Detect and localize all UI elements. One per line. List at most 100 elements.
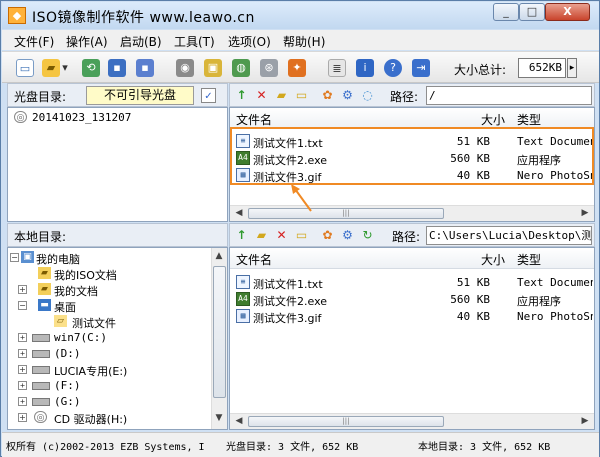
open-folder-icon[interactable]: ▰: [42, 59, 60, 77]
help-icon[interactable]: ?: [384, 59, 402, 77]
exe-file-icon: A4: [236, 292, 250, 306]
col-size-header[interactable]: 大小: [481, 251, 505, 268]
settings-gear-icon[interactable]: ⚙: [340, 88, 355, 103]
disc-tree-root[interactable]: ◎ 20141023_131207: [8, 110, 227, 126]
tree-item-iso-docs[interactable]: ▰ 我的ISO文档: [8, 266, 208, 282]
txt-file-icon: ≡: [236, 275, 250, 289]
collapse-icon[interactable]: −: [18, 301, 27, 310]
tree-item-cd-drive[interactable]: + ◎ CD 驱动器(H:): [8, 410, 208, 426]
local-delete-icon[interactable]: ✕: [274, 228, 289, 243]
disc-directory-label: 光盘目录:: [14, 90, 67, 104]
col-name-header[interactable]: 文件名: [236, 251, 272, 268]
collapse-icon[interactable]: −: [10, 253, 19, 262]
compress-icon[interactable]: ◍: [232, 59, 250, 77]
save-icon[interactable]: ▪: [108, 59, 126, 77]
close-button[interactable]: X: [545, 3, 590, 21]
scroll-left-icon[interactable]: ◀: [232, 207, 246, 220]
col-size-header[interactable]: 大小: [481, 111, 505, 128]
mount-icon[interactable]: ⊛: [260, 59, 278, 77]
new-file-icon[interactable]: ▭: [16, 59, 34, 77]
menu-help[interactable]: 帮助(H): [283, 33, 325, 50]
tree-item-drive-e[interactable]: + LUCIA专用(E:): [8, 362, 208, 378]
local-add-icon[interactable]: ✿: [320, 228, 335, 243]
menu-action[interactable]: 操作(A): [66, 33, 108, 50]
expand-icon[interactable]: +: [18, 413, 27, 422]
expand-icon[interactable]: +: [18, 285, 27, 294]
refresh-icon[interactable]: ◌: [360, 88, 375, 103]
open-dropdown-icon[interactable]: ▾: [60, 59, 70, 77]
minimize-button[interactable]: _: [493, 3, 519, 21]
tree-item-drive-g[interactable]: + (G:): [8, 394, 208, 410]
disc-path-field[interactable]: /: [426, 86, 592, 105]
title-bar: ◆ ISO镜像制作软件 www.leawo.cn _ □ X: [2, 2, 599, 29]
virtual-drive-icon[interactable]: ✦: [288, 59, 306, 77]
expand-icon[interactable]: +: [18, 349, 27, 358]
col-type-header[interactable]: 类型: [517, 251, 541, 268]
tree-item-drive-d[interactable]: + (D:): [8, 346, 208, 362]
make-image-icon[interactable]: ▣: [204, 59, 222, 77]
table-row[interactable]: ≡ 测试文件1.txt 51 KB Text Document: [230, 274, 594, 291]
properties-icon[interactable]: ≣: [328, 59, 346, 77]
go-up-icon[interactable]: ↑: [234, 88, 249, 103]
expand-icon[interactable]: +: [18, 333, 27, 342]
scroll-left-icon[interactable]: ◀: [232, 415, 246, 428]
local-horizontal-scrollbar[interactable]: ◀ ||| ▶: [230, 413, 594, 429]
scroll-up-icon[interactable]: ▲: [212, 250, 226, 263]
scroll-thumb[interactable]: |||: [248, 208, 444, 219]
size-scroll-button[interactable]: ▸: [567, 58, 577, 78]
info-icon[interactable]: i: [356, 59, 374, 77]
local-refresh-icon[interactable]: ↻: [360, 228, 375, 243]
tree-item-my-documents[interactable]: + ▰ 我的文档: [8, 282, 208, 298]
menu-tools[interactable]: 工具(T): [174, 33, 215, 50]
tree-item-computer[interactable]: − ▣ 我的电脑: [8, 250, 208, 266]
local-file-list[interactable]: 文件名 大小 类型 ≡ 测试文件1.txt 51 KB Text Documen…: [229, 247, 595, 430]
local-tree-pane[interactable]: − ▣ 我的电脑 ▰ 我的ISO文档 + ▰ 我的文档 − ▬ 桌面 ▱ 测试文…: [7, 247, 228, 430]
annotation-arrow-icon: [291, 184, 312, 212]
exit-icon[interactable]: ⇥: [412, 59, 430, 77]
menu-bar: 文件(F) 操作(A) 启动(B) 工具(T) 选项(O) 帮助(H): [2, 30, 599, 50]
table-row[interactable]: ▦ 测试文件3.gif 40 KB Nero PhotoSnap: [230, 308, 594, 325]
tree-item-test-folder[interactable]: ▱ 测试文件: [8, 314, 208, 330]
local-path-field[interactable]: C:\Users\Lucia\Desktop\测试文: [426, 226, 592, 245]
expand-icon[interactable]: +: [18, 381, 27, 390]
tree-item-drive-f[interactable]: + (F:): [8, 378, 208, 394]
local-new-folder-icon[interactable]: ▰: [254, 228, 269, 243]
local-file-header: 文件名 大小 类型: [230, 248, 594, 269]
app-logo-icon: ◆: [8, 7, 26, 24]
local-settings-gear-icon[interactable]: ⚙: [340, 228, 355, 243]
menu-file[interactable]: 文件(F): [14, 33, 54, 50]
boot-status-field[interactable]: 不可引导光盘: [86, 86, 194, 105]
maximize-button[interactable]: □: [519, 3, 545, 21]
boot-properties-icon[interactable]: ✓: [201, 88, 216, 103]
col-name-header[interactable]: 文件名: [236, 111, 272, 128]
delete-icon[interactable]: ✕: [254, 88, 269, 103]
add-files-icon[interactable]: ✿: [320, 88, 335, 103]
expand-icon[interactable]: +: [18, 397, 27, 406]
scroll-right-icon[interactable]: ▶: [578, 207, 592, 220]
copyright-text: 权所有 (c)2002-2013 EZB Systems, I: [6, 442, 205, 453]
scroll-right-icon[interactable]: ▶: [578, 415, 592, 428]
expand-icon[interactable]: +: [18, 365, 27, 374]
disc-tree-pane[interactable]: ◎ 20141023_131207: [7, 107, 228, 222]
col-type-header[interactable]: 类型: [517, 111, 541, 128]
local-go-up-icon[interactable]: ↑: [234, 228, 249, 243]
folder-icon: ▰: [38, 283, 51, 295]
table-row[interactable]: A4 测试文件2.exe 560 KB 应用程序: [230, 291, 594, 308]
tree-scroll-thumb[interactable]: [213, 266, 226, 398]
new-folder-icon[interactable]: ▰: [274, 88, 289, 103]
tree-item-desktop[interactable]: − ▬ 桌面: [8, 298, 208, 314]
local-rename-icon[interactable]: ▭: [294, 228, 309, 243]
burn-icon[interactable]: ◉: [176, 59, 194, 77]
tree-item-drive-c[interactable]: + win7(C:): [8, 330, 208, 346]
menu-boot[interactable]: 启动(B): [120, 33, 162, 50]
local-directory-label: 本地目录:: [14, 230, 67, 244]
local-tree-vertical-scrollbar[interactable]: ▲ ▼: [211, 248, 227, 429]
disc-horizontal-scrollbar[interactable]: ◀ ||| ▶: [230, 205, 594, 221]
extract-icon[interactable]: ⟲: [82, 59, 100, 77]
save-as-icon[interactable]: ▪: [136, 59, 154, 77]
rename-icon[interactable]: ▭: [294, 88, 309, 103]
scroll-down-icon[interactable]: ▼: [212, 412, 226, 425]
scroll-thumb[interactable]: |||: [248, 416, 444, 427]
disc-icon: ◎: [14, 111, 27, 123]
menu-options[interactable]: 选项(O): [228, 33, 271, 50]
